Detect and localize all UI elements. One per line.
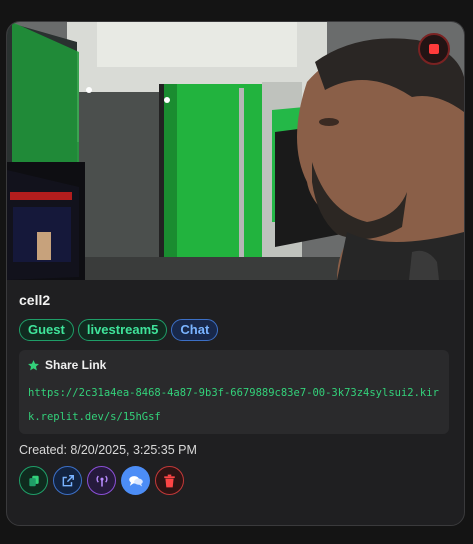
chat-badge: Chat	[171, 319, 219, 341]
trash-icon	[164, 474, 175, 487]
open-link-button[interactable]	[53, 466, 82, 495]
chat-icon	[128, 475, 143, 487]
stop-icon	[429, 44, 439, 54]
badge-list: Guest livestream5 Chat	[19, 319, 219, 341]
broadcast-button[interactable]	[87, 466, 116, 495]
share-link-heading: Share Link	[45, 358, 107, 372]
video-feed	[7, 22, 464, 280]
chat-button[interactable]	[121, 466, 150, 495]
video-frame-image	[7, 22, 464, 280]
created-timestamp: Created: 8/20/2025, 3:25:35 PM	[19, 443, 197, 457]
stream-badge: livestream5	[77, 319, 168, 341]
copy-icon	[28, 475, 39, 486]
stop-stream-button[interactable]	[418, 33, 450, 65]
stream-card: cell2 Guest livestream5 Chat Share Link …	[6, 21, 465, 526]
copy-link-button[interactable]	[19, 466, 48, 495]
role-badge: Guest	[19, 319, 74, 341]
external-link-icon	[62, 474, 74, 486]
action-bar	[19, 466, 184, 495]
star-icon	[28, 359, 39, 370]
delete-button[interactable]	[155, 466, 184, 495]
share-link-panel: Share Link https://2c31a4ea-8468-4a87-9b…	[19, 350, 449, 434]
stream-title: cell2	[19, 292, 51, 308]
broadcast-icon	[95, 475, 108, 487]
share-link-url[interactable]: https://2c31a4ea-8468-4a87-9b3f-6679889c…	[28, 381, 448, 429]
share-link-header: Share Link	[27, 358, 106, 372]
